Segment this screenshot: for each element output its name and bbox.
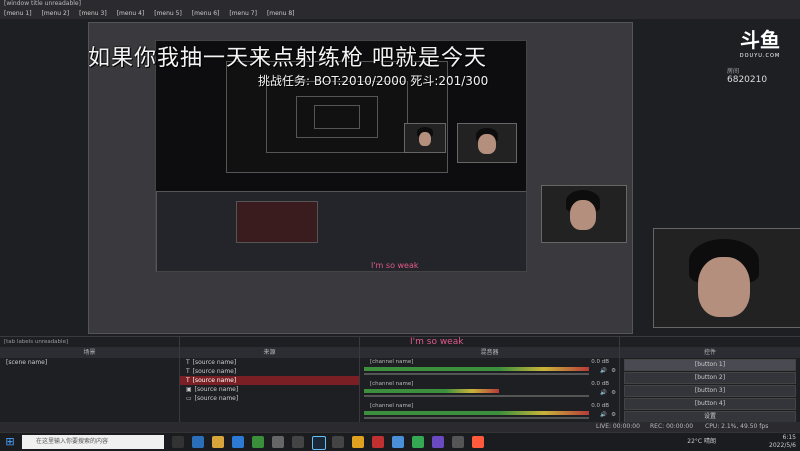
scenes-tabs[interactable]: [tab labels unreadable] <box>0 337 179 347</box>
taskbar: ⊞ 在这里输入你要搜索的内容 22°C 晴朗 6:15 2022/5/6 <box>0 432 800 451</box>
scenes-dock: [tab labels unreadable] 场景 [scene name] … <box>0 337 180 435</box>
dock-area: [tab labels unreadable] 场景 [scene name] … <box>0 336 800 436</box>
source-item[interactable]: ▣ [source name] <box>180 385 359 394</box>
speaker-icon[interactable]: 🔊 <box>600 390 607 396</box>
douyu-logo-text: 斗鱼 <box>740 28 780 52</box>
nested-webcam-medium <box>541 185 627 243</box>
app-icon[interactable] <box>292 436 304 448</box>
clock-date[interactable]: 2022/5/6 <box>769 441 796 450</box>
webcam-face <box>478 134 496 154</box>
folder-icon[interactable] <box>212 436 224 448</box>
nested-source-panel <box>236 201 318 243</box>
scenes-title: 场景 <box>0 347 179 358</box>
text-icon: T <box>186 377 190 384</box>
nested-webcam-smaller <box>404 123 446 153</box>
controls-dock: 控件 [button 1] [button 2] [button 3] [but… <box>620 337 800 436</box>
store-icon[interactable] <box>232 436 244 448</box>
webcam-face <box>419 132 431 146</box>
start-recording-button[interactable]: [button 2] <box>624 372 796 384</box>
menu-scene-collection[interactable]: [menu 5] <box>154 8 182 19</box>
menu-tools[interactable]: [menu 6] <box>192 8 220 19</box>
audio-label: I'm so weak <box>410 337 464 347</box>
steam-icon[interactable] <box>312 436 326 450</box>
app-icon[interactable] <box>392 436 404 448</box>
app-icon[interactable] <box>452 436 464 448</box>
edge-icon[interactable] <box>192 436 204 448</box>
monitor-icon: ▭ <box>186 395 192 402</box>
cpu-status: CPU: 2.1%, 49.50 fps <box>705 423 769 430</box>
volume-meter <box>364 389 499 393</box>
volume-meter <box>364 411 589 415</box>
douyu-logo: 斗鱼 DOUYU.COM <box>730 24 790 64</box>
webcam-face <box>570 200 596 230</box>
task-view-icon[interactable] <box>172 436 184 448</box>
volume-slider[interactable] <box>364 373 589 375</box>
live-status: LIVE: 00:00:00 <box>596 423 640 430</box>
app-icon[interactable] <box>372 436 384 448</box>
webcam-face <box>698 257 750 317</box>
mixer-channel: [channel name] 0.0 dB 🔊 ⚙ <box>360 402 619 424</box>
speaker-icon[interactable]: 🔊 <box>600 412 607 418</box>
sources-dock: 来源 T [source name] T [source name] T [sourc… <box>180 337 360 435</box>
mixer-dock: I'm so weak 混音器 [channel name] 0.0 dB 🔊 … <box>360 337 620 435</box>
camera-icon: ▣ <box>186 386 192 393</box>
mixer-channel: [channel name] 0.0 dB 🔊 ⚙ <box>360 358 619 380</box>
menu-extra[interactable]: [menu 8] <box>267 8 295 19</box>
app-icon[interactable] <box>472 436 484 448</box>
douyu-domain: DOUYU.COM <box>739 53 781 59</box>
menu-bar: [menu 1] [menu 2] [menu 3] [menu 4] [men… <box>0 8 800 19</box>
status-bar: LIVE: 00:00:00 REC: 00:00:00 CPU: 2.1%, … <box>0 422 800 432</box>
gear-icon[interactable]: ⚙ <box>611 412 616 418</box>
source-item[interactable]: T [source name] <box>180 367 359 376</box>
volume-slider[interactable] <box>364 417 589 419</box>
rec-status: REC: 00:00:00 <box>650 423 694 430</box>
stream-headline: 如果你我抽一天来点射练枪 吧就是今天 <box>88 46 487 71</box>
volume-slider[interactable] <box>364 395 589 397</box>
room-info: 房间 6820210 <box>727 66 800 86</box>
windows-start-icon[interactable]: ⊞ <box>4 436 16 448</box>
app-icon[interactable] <box>432 436 444 448</box>
room-id: 6820210 <box>727 75 768 85</box>
speaker-icon[interactable]: 🔊 <box>600 368 607 374</box>
gear-icon[interactable]: ⚙ <box>611 390 616 396</box>
room-label: 房间 <box>727 68 740 75</box>
menu-view[interactable]: [menu 3] <box>79 8 107 19</box>
menu-file[interactable]: [menu 1] <box>4 8 32 19</box>
obs-icon[interactable] <box>332 436 344 448</box>
source-item-selected[interactable]: T [source name] <box>180 376 359 385</box>
stop-streaming-button[interactable]: [button 1] <box>624 359 796 371</box>
controls-title: 控件 <box>620 347 800 358</box>
text-icon: T <box>186 368 190 375</box>
scene-item[interactable]: [scene name] <box>0 358 179 367</box>
studio-mode-button[interactable]: [button 4] <box>624 398 796 410</box>
source-item[interactable]: ▭ [source name] <box>180 394 359 403</box>
recursive-frame <box>314 105 360 129</box>
virtual-camera-button[interactable]: [button 3] <box>624 385 796 397</box>
volume-meter <box>364 367 589 371</box>
sources-title: 来源 <box>180 347 359 358</box>
app-icon[interactable] <box>272 436 284 448</box>
menu-help[interactable]: [menu 7] <box>229 8 257 19</box>
mixer-title: 混音器 <box>360 347 619 358</box>
nested-docks <box>156 191 526 271</box>
window-title: [window title unreadable] <box>0 0 800 8</box>
taskbar-search[interactable]: 在这里输入你要搜索的内容 <box>22 435 164 449</box>
gear-icon[interactable]: ⚙ <box>611 368 616 374</box>
weather[interactable]: 22°C 晴朗 <box>687 437 716 446</box>
menu-edit[interactable]: [menu 2] <box>42 8 70 19</box>
source-item[interactable]: T [source name] <box>180 358 359 367</box>
stream-task: 挑战任务: BOT:2010/2000 死斗:201/300 <box>258 74 489 88</box>
nested-webcam-small <box>457 123 517 163</box>
nested-audio-label: I'm so weak <box>371 261 419 270</box>
main-webcam <box>653 228 800 328</box>
chrome-icon[interactable] <box>412 436 424 448</box>
xbox-icon[interactable] <box>252 436 264 448</box>
mixer-channel: [channel name] 0.0 dB 🔊 ⚙ <box>360 380 619 402</box>
text-icon: T <box>186 359 190 366</box>
menu-profile[interactable]: [menu 4] <box>117 8 145 19</box>
app-icon[interactable] <box>352 436 364 448</box>
